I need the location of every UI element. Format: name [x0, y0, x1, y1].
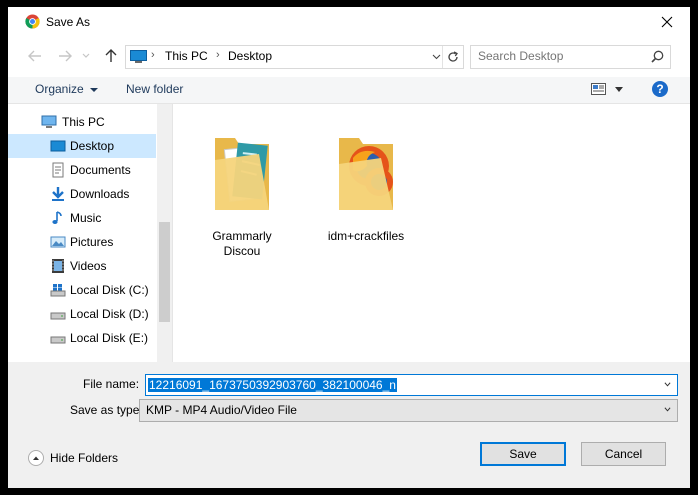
- sidebar-item-label: Local Disk (C:): [70, 283, 149, 297]
- save-as-dialog: Save As › This PC › Desktop Search Deskt…: [8, 7, 690, 488]
- breadcrumb-separator: ›: [216, 49, 220, 61]
- search-input[interactable]: [471, 46, 648, 66]
- hide-folders-label: Hide Folders: [50, 451, 119, 465]
- sidebar-item-local-disk-e[interactable]: Local Disk (E:): [8, 326, 156, 350]
- chevron-down-icon: [432, 54, 441, 60]
- downloads-icon: [52, 187, 64, 201]
- arrow-left-icon: [28, 50, 41, 62]
- refresh-button[interactable]: [442, 46, 463, 68]
- organize-label: Organize: [35, 82, 84, 96]
- organize-menu-button[interactable]: Organize: [35, 82, 98, 96]
- folder-icon: [215, 138, 269, 210]
- title-bar: Save As: [8, 7, 690, 37]
- pictures-icon: [50, 236, 66, 248]
- chevron-down-icon: [664, 407, 671, 412]
- help-button[interactable]: ?: [652, 81, 668, 97]
- search-icon[interactable]: [651, 50, 664, 63]
- desktop-location-icon: [130, 50, 147, 63]
- file-item-grammarly[interactable]: Grammarly Discou: [197, 122, 287, 258]
- sidebar-item-label: This PC: [62, 115, 105, 129]
- change-view-icon[interactable]: [591, 83, 606, 95]
- sidebar-item-local-disk-d[interactable]: Local Disk (D:): [8, 302, 156, 326]
- file-name-field[interactable]: 12216091_1673750392903760_382100046_n: [145, 374, 678, 396]
- address-bar[interactable]: › This PC › Desktop: [125, 45, 464, 69]
- back-button[interactable]: [26, 47, 44, 65]
- file-name-value: 12216091_1673750392903760_382100046_n: [148, 378, 397, 392]
- arrow-right-icon: [59, 50, 72, 62]
- file-name-label: File name:: [83, 377, 140, 391]
- sidebar-item-label: Downloads: [70, 187, 130, 201]
- drive-icon: [50, 336, 66, 344]
- scrollbar-thumb[interactable]: [159, 222, 170, 322]
- documents-icon: [52, 162, 64, 178]
- caret-down-icon: [89, 87, 98, 92]
- address-history-dropdown[interactable]: [432, 49, 441, 63]
- save-button[interactable]: Save: [480, 442, 566, 466]
- save-type-label: Save as type:: [70, 403, 143, 417]
- sidebar-item-label: Pictures: [70, 235, 114, 249]
- cancel-button[interactable]: Cancel: [581, 442, 666, 466]
- breadcrumb-desktop[interactable]: Desktop: [228, 49, 272, 63]
- chevron-down-icon[interactable]: [664, 381, 671, 388]
- refresh-icon: [448, 51, 458, 62]
- command-toolbar: Organize New folder ?: [8, 77, 690, 104]
- system-drive-icon: [50, 284, 66, 297]
- up-button[interactable]: [102, 47, 120, 65]
- view-options-dropdown[interactable]: [615, 87, 623, 92]
- sidebar-item-label: Local Disk (D:): [70, 307, 149, 321]
- sidebar-item-label: Desktop: [70, 139, 115, 153]
- sidebar-item-pictures[interactable]: Pictures: [8, 230, 156, 254]
- desktop-folder-icon: [50, 140, 66, 152]
- file-name: Grammarly Discou: [197, 229, 287, 259]
- sidebar-item-videos[interactable]: Videos: [8, 254, 156, 278]
- file-name-line: Discou: [223, 244, 261, 258]
- window-title: Save As: [46, 15, 91, 29]
- sidebar-item-label: Local Disk (E:): [70, 331, 149, 345]
- computer-icon: [41, 115, 57, 128]
- chevron-up-icon: [28, 450, 44, 466]
- breadcrumb-separator: ›: [151, 49, 155, 61]
- drive-icon: [50, 312, 66, 320]
- hide-folders-button[interactable]: Hide Folders: [28, 450, 118, 466]
- sidebar-item-downloads[interactable]: Downloads: [8, 182, 156, 206]
- sidebar-item-label: Documents: [70, 163, 131, 177]
- videos-icon: [52, 259, 64, 273]
- sidebar-item-label: Music: [70, 211, 102, 225]
- sidebar-item-this-pc[interactable]: This PC: [8, 110, 156, 134]
- sidebar-item-documents[interactable]: Documents: [8, 158, 156, 182]
- forward-button[interactable]: [56, 47, 74, 65]
- folder-firefox-icon: [339, 138, 393, 210]
- close-button[interactable]: [644, 7, 690, 37]
- chrome-icon: [25, 14, 40, 29]
- file-list: Grammarly Discou idm+crackfiles: [173, 104, 690, 362]
- search-box[interactable]: [470, 45, 671, 69]
- save-form: File name: 12216091_1673750392903760_382…: [8, 362, 690, 488]
- sidebar-item-local-disk-c[interactable]: Local Disk (C:): [8, 278, 156, 302]
- save-type-select[interactable]: KMP - MP4 Audio/Video File: [139, 399, 678, 422]
- new-folder-button[interactable]: New folder: [126, 82, 183, 96]
- sidebar-item-music[interactable]: Music: [8, 206, 156, 230]
- breadcrumb-this-pc[interactable]: This PC: [165, 49, 208, 63]
- recent-locations-button[interactable]: [81, 47, 91, 65]
- sidebar-item-desktop[interactable]: Desktop: [8, 134, 156, 158]
- music-icon: [52, 211, 62, 224]
- save-type-value: KMP - MP4 Audio/Video File: [146, 403, 297, 417]
- navigation-bar: › This PC › Desktop: [8, 37, 690, 77]
- close-icon: [661, 16, 673, 28]
- file-item-idm-crackfiles[interactable]: idm+crackfiles: [321, 122, 411, 252]
- file-name-line: Grammarly: [212, 229, 272, 243]
- file-name-line: idm+crackfiles: [327, 229, 405, 243]
- arrow-up-icon: [105, 49, 117, 62]
- navigation-scrollbar[interactable]: [157, 104, 172, 362]
- sidebar-item-label: Videos: [70, 259, 107, 273]
- file-name: idm+crackfiles: [321, 229, 411, 244]
- chevron-down-icon: [82, 53, 90, 58]
- navigation-pane: This PC Desktop Documents Downloads Musi…: [8, 104, 172, 362]
